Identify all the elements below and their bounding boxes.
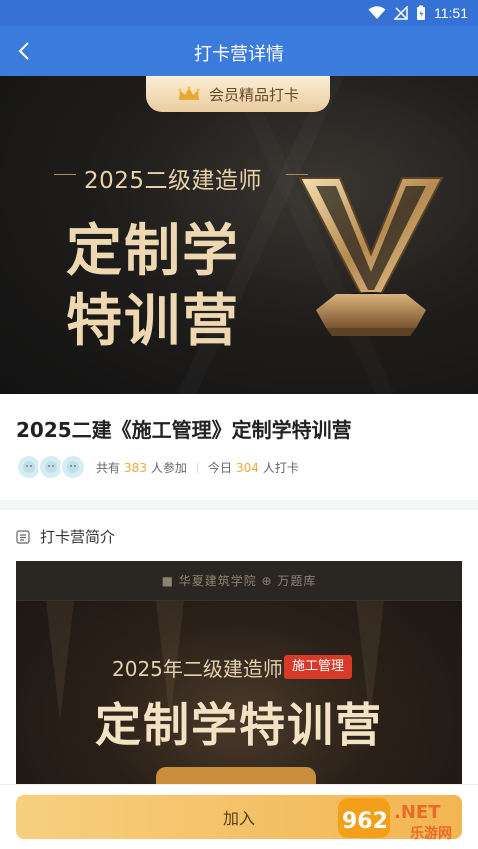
intro-image-logos: ■ 华夏建筑学院 ⊕ 万题库 bbox=[161, 574, 317, 588]
battery-icon bbox=[417, 5, 425, 20]
intro-image-header: ■ 华夏建筑学院 ⊕ 万题库 bbox=[16, 561, 462, 601]
intro-image: ■ 华夏建筑学院 ⊕ 万题库 2025年二级建造师 施工管理 定制学特训营 bbox=[16, 561, 462, 786]
today-suffix: 人打卡 bbox=[262, 461, 299, 475]
intro-image-title: 定制学特训营 bbox=[95, 698, 383, 752]
user-icon bbox=[23, 461, 35, 473]
divider-line bbox=[54, 174, 76, 175]
section-divider bbox=[0, 500, 478, 510]
stats-separator bbox=[196, 462, 198, 473]
banner-title-line2: 特训营 bbox=[66, 288, 240, 354]
crown-icon bbox=[178, 86, 200, 100]
status-time: 11:51 bbox=[434, 5, 468, 21]
site-watermark-logo: 962 .NET 乐游网 bbox=[338, 798, 452, 842]
watermark-domain: .NET bbox=[394, 802, 441, 823]
camp-banner: 会员精品打卡 2025二级建造师 定制学 特训营 bbox=[0, 76, 478, 394]
intro-section-title: 打卡营简介 bbox=[40, 528, 116, 546]
trophy-v-icon bbox=[298, 177, 444, 336]
page-title: 打卡营详情 bbox=[194, 44, 284, 65]
intro-image-year: 2025年二级建造师 bbox=[112, 657, 283, 681]
signal-off-icon bbox=[394, 6, 408, 20]
intro-image-tag: 施工管理 bbox=[284, 655, 353, 679]
total-suffix: 人参加 bbox=[150, 461, 187, 475]
list-icon bbox=[16, 529, 30, 544]
total-count: 383 bbox=[124, 460, 147, 475]
avatar bbox=[60, 454, 86, 480]
member-badge: 会员精品打卡 bbox=[146, 76, 330, 112]
status-bar: 11:51 bbox=[0, 0, 478, 26]
today-count: 304 bbox=[235, 460, 259, 475]
course-title: 2025二建《施工管理》定制学特训营 bbox=[16, 418, 352, 442]
banner-subtitle: 2025二级建造师 bbox=[84, 168, 263, 194]
member-badge-label: 会员精品打卡 bbox=[208, 85, 299, 104]
intro-section-header: 打卡营简介 bbox=[16, 526, 115, 547]
total-prefix: 共有 bbox=[96, 461, 121, 475]
watermark-number: 962 bbox=[342, 809, 388, 834]
participant-avatars[interactable] bbox=[16, 454, 86, 480]
user-icon bbox=[67, 461, 79, 473]
banner-title-line1: 定制学 bbox=[66, 218, 240, 284]
watermark-name: 乐游网 bbox=[410, 825, 452, 842]
today-prefix: 今日 bbox=[207, 461, 232, 475]
nav-bar: 打卡营详情 bbox=[0, 26, 478, 76]
status-icons: 11:51 bbox=[368, 4, 468, 22]
user-icon bbox=[45, 461, 57, 473]
wifi-icon bbox=[368, 6, 386, 19]
participation-stats: 共有 383 人参加 今日 304 人打卡 bbox=[96, 459, 299, 476]
